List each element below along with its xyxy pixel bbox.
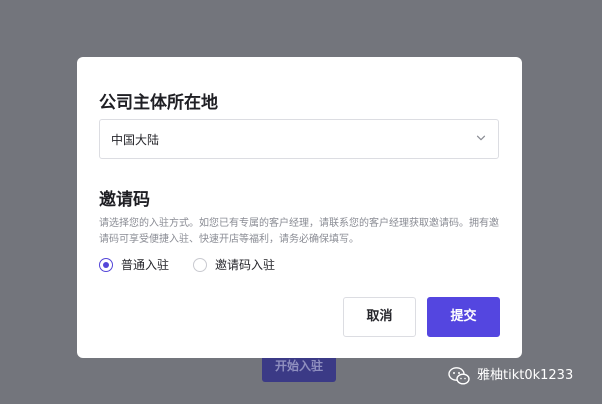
invite-code-description: 请选择您的入驻方式。如您已有专属的客户经理，请联系您的客户经理获取邀请码。拥有邀… <box>99 218 499 245</box>
watermark-text: 雅柚tikt0k1233 <box>477 368 574 383</box>
region-invite-dialog: 公司主体所在地 中国大陆 邀请码 请选择您的入驻方式。如您已有专属的客户经理，请… <box>77 57 522 358</box>
radio-normal-label: 普通入驻 <box>121 258 170 272</box>
invite-code-title: 邀请码 <box>99 190 150 210</box>
region-title: 公司主体所在地 <box>99 93 218 113</box>
chevron-down-icon <box>476 135 486 141</box>
region-select[interactable]: 中国大陆 <box>99 119 499 159</box>
radio-checked-icon <box>99 258 113 272</box>
submit-button[interactable]: 提交 <box>427 297 500 337</box>
radio-dot <box>103 262 109 268</box>
wechat-icon <box>448 367 470 385</box>
radio-invite-label: 邀请码入驻 <box>215 258 276 272</box>
cancel-button[interactable]: 取消 <box>343 297 416 337</box>
radio-unchecked-icon <box>193 258 207 272</box>
region-select-value: 中国大陆 <box>111 133 160 147</box>
page: 开始入驻 公司主体所在地 中国大陆 邀请码 请选择您的入驻方式。如您已有专属的客… <box>0 0 602 404</box>
